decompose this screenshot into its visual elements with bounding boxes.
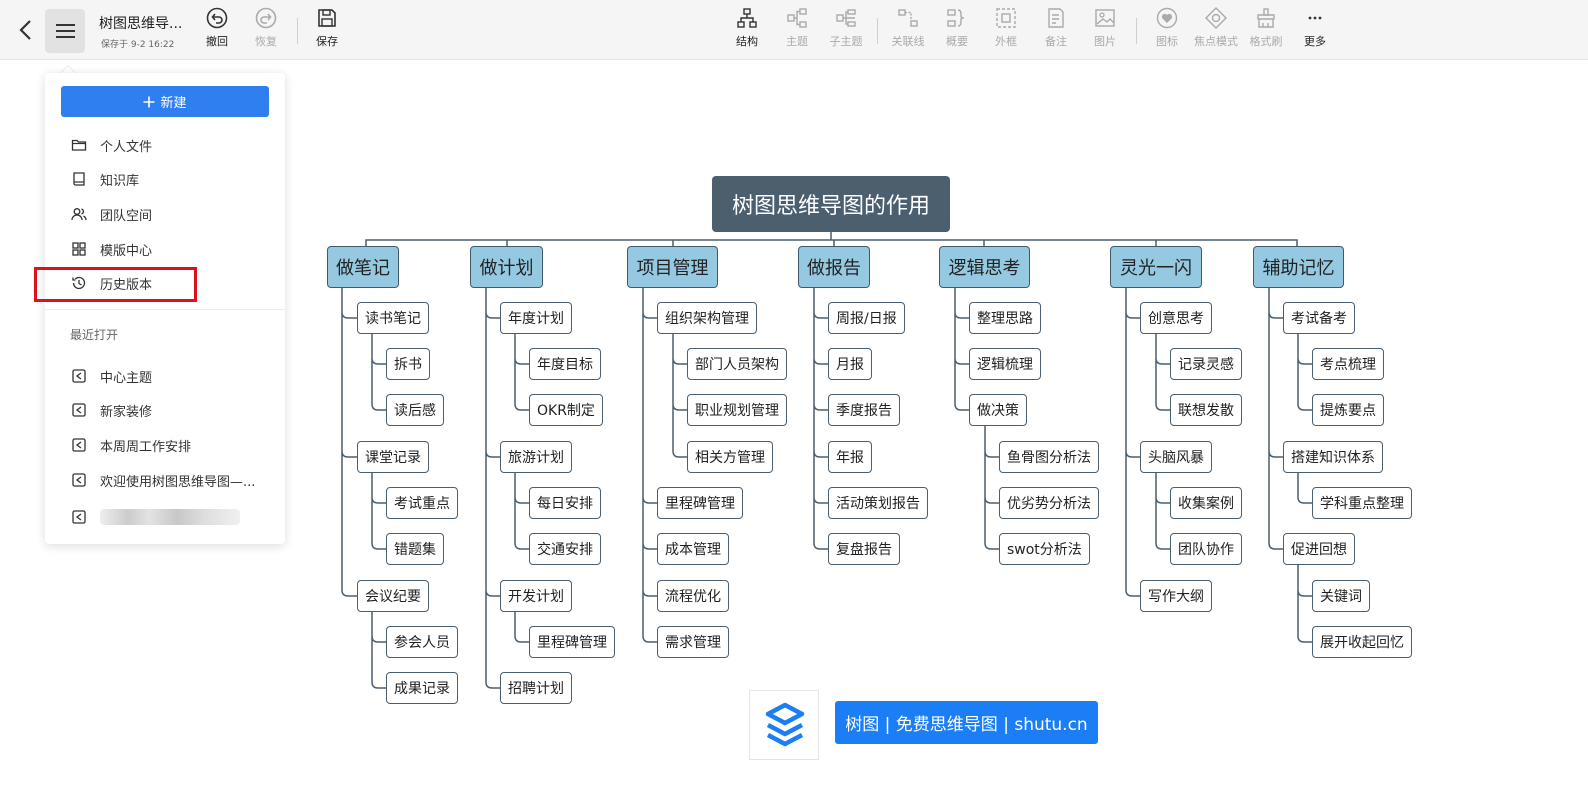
grid-icon [72,242,86,256]
mindmap-file-icon [72,369,86,383]
topic-node[interactable]: 开发计划 [500,580,572,612]
topic-node[interactable]: 复盘报告 [828,533,900,565]
topic-node[interactable]: 学科重点整理 [1312,487,1412,519]
topic-node[interactable]: 读后感 [386,394,444,426]
topic-node[interactable]: 考点梳理 [1312,348,1384,380]
topic-node[interactable]: 部门人员架构 [687,348,787,380]
topic-node[interactable]: 错题集 [386,533,444,565]
watermark-banner: 树图 | 免费思维导图 | shutu.cn [835,701,1098,744]
recent-file-item[interactable]: 本周周工作安排 [71,433,271,457]
topic-node[interactable]: 每日安排 [529,487,601,519]
topic-node[interactable]: 季度报告 [828,394,900,426]
topic-node[interactable]: swot分析法 [999,533,1090,565]
topic-node[interactable]: 搭建知识体系 [1283,441,1383,473]
recent-file-label: 新家装修 [100,404,153,420]
topic-node[interactable]: 优劣势分析法 [999,487,1099,519]
topic-node[interactable]: OKR制定 [529,394,603,426]
topic-node[interactable]: 关键词 [1312,580,1370,612]
recent-file-item[interactable]: 欢迎使用树图思维导图—... [71,468,271,492]
topic-node[interactable]: 交通安排 [529,533,601,565]
branch-topic[interactable]: 逻辑思考 [939,246,1030,288]
mindmap-file-icon [72,403,86,417]
topic-node[interactable]: 考试重点 [386,487,458,519]
topic-node[interactable]: 读书笔记 [357,302,429,334]
branch-topic[interactable]: 做报告 [798,246,870,288]
menu-item-knowledge-base[interactable]: 知识库 [71,167,271,191]
topic-node[interactable]: 参会人员 [386,626,458,658]
topic-node[interactable]: 招聘计划 [500,672,572,704]
topic-node[interactable]: 鱼骨图分析法 [999,441,1099,473]
recent-file-item[interactable] [71,505,271,529]
root-topic[interactable]: 树图思维导图的作用 [712,176,950,232]
topic-node[interactable]: 课堂记录 [357,441,429,473]
recent-file-item[interactable]: 新家装修 [71,398,271,422]
team-icon [71,208,87,221]
topic-node[interactable]: 头脑风暴 [1140,441,1212,473]
recent-file-label: 欢迎使用树图思维导图—... [100,474,256,490]
topic-node[interactable]: 里程碑管理 [529,626,615,658]
recent-section-label: 最近打开 [70,328,119,342]
topic-node[interactable]: 联想发散 [1170,394,1242,426]
topic-node[interactable]: 逻辑梳理 [969,348,1041,380]
menu-item-label: 团队空间 [100,208,153,224]
menu-item-team-space[interactable]: 团队空间 [71,202,271,226]
topic-node[interactable]: 周报/日报 [828,302,905,334]
highlight-annotation [34,267,197,302]
menu-item-template-center[interactable]: 模版中心 [71,237,271,261]
book-icon [73,172,85,186]
topic-node[interactable]: 记录灵感 [1170,348,1242,380]
shutu-logo-icon [765,702,805,747]
recent-file-label: 本周周工作安排 [100,439,192,455]
topic-node[interactable]: 写作大纲 [1140,580,1212,612]
topic-node[interactable]: 会议纪要 [357,580,429,612]
branch-topic[interactable]: 项目管理 [627,246,718,288]
blurred-file-name [100,509,240,525]
plus-icon [143,96,155,107]
topic-node[interactable]: 促进回想 [1283,533,1355,565]
topic-node[interactable]: 收集案例 [1170,487,1242,519]
topic-node[interactable]: 拆书 [386,348,430,380]
topic-node[interactable]: 创意思考 [1140,302,1212,334]
topic-node[interactable]: 提炼要点 [1312,394,1384,426]
topic-node[interactable]: 旅游计划 [500,441,572,473]
new-button-label: 新建 [160,96,187,111]
topic-node[interactable]: 考试备考 [1283,302,1355,334]
new-button[interactable]: 新建 [61,86,269,117]
folder-icon [71,139,87,151]
topic-node[interactable]: 成本管理 [657,533,729,565]
topic-node[interactable]: 里程碑管理 [657,487,743,519]
file-menu-panel: 新建 个人文件 知识库 团队空间 模版中心 历史版本 最近打开 中心主题 新家装… [45,73,285,544]
topic-node[interactable]: 团队协作 [1170,533,1242,565]
recent-file-item[interactable]: 中心主题 [71,364,271,388]
topic-node[interactable]: 职业规划管理 [687,394,787,426]
topic-node[interactable]: 年报 [828,441,872,473]
topic-node[interactable]: 相关方管理 [687,441,773,473]
menu-item-personal-files[interactable]: 个人文件 [71,133,271,157]
topic-node[interactable]: 组织架构管理 [657,302,757,334]
branch-topic[interactable]: 灵光一闪 [1110,246,1202,288]
topic-node[interactable]: 做决策 [969,394,1027,426]
mindmap-file-icon [72,510,86,524]
topic-node[interactable]: 需求管理 [657,626,729,658]
mindmap-file-icon [72,438,86,452]
menu-divider [45,309,285,310]
topic-node[interactable]: 年度目标 [529,348,601,380]
branch-topic[interactable]: 做笔记 [327,246,399,288]
topic-node[interactable]: 月报 [828,348,872,380]
topic-node[interactable]: 年度计划 [500,302,572,334]
menu-item-label: 模版中心 [100,243,153,259]
shutu-logo [749,690,819,760]
topic-node[interactable]: 活动策划报告 [828,487,928,519]
topic-node[interactable]: 流程优化 [657,580,729,612]
recent-file-label: 中心主题 [100,370,153,386]
topic-node[interactable]: 展开收起回忆 [1312,626,1412,658]
topic-node[interactable]: 整理思路 [969,302,1041,334]
branch-topic[interactable]: 做计划 [470,246,543,288]
menu-item-label: 知识库 [100,173,140,189]
mindmap-file-icon [72,473,86,487]
branch-topic[interactable]: 辅助记忆 [1253,246,1344,288]
menu-item-label: 个人文件 [100,139,153,155]
topic-node[interactable]: 成果记录 [386,672,458,704]
